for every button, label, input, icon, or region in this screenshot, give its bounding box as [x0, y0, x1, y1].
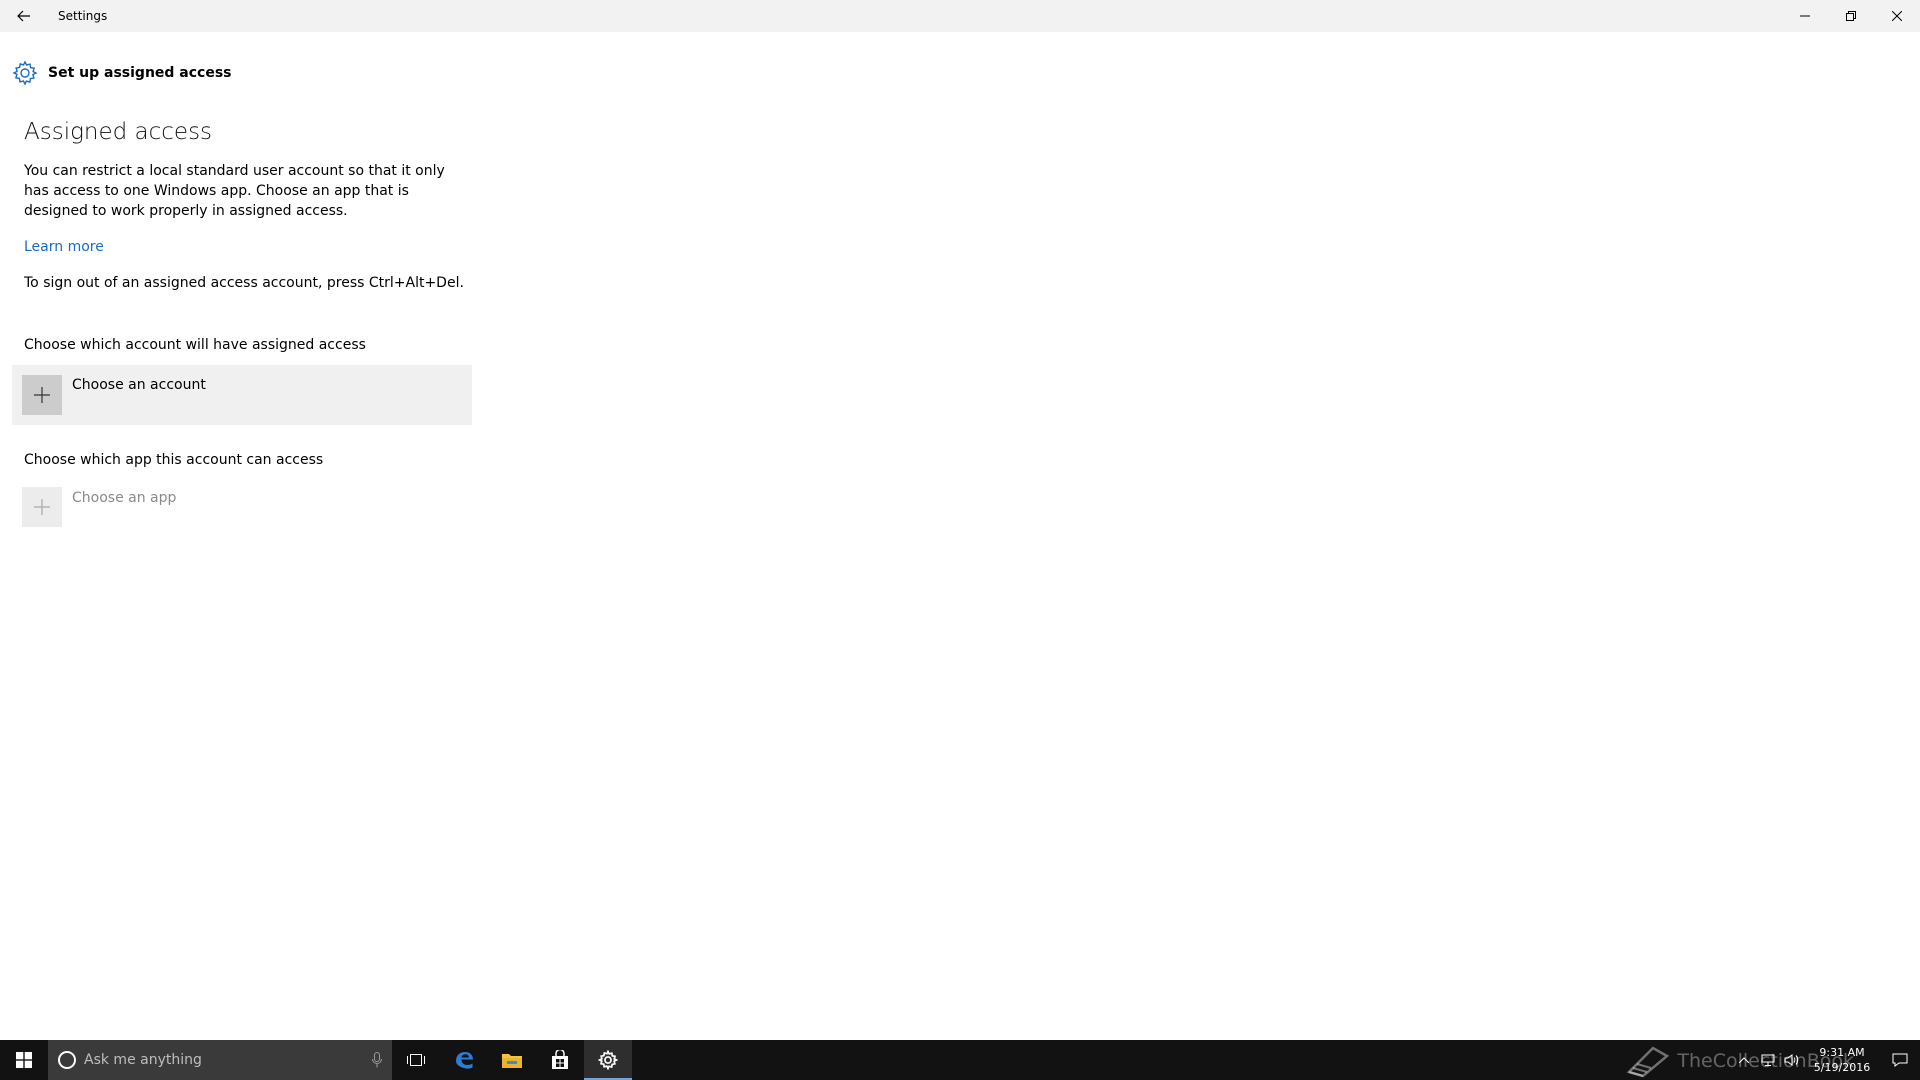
edge-icon — [456, 1052, 473, 1069]
restore-icon — [1846, 11, 1856, 21]
microphone-icon[interactable] — [372, 1052, 382, 1068]
taskbar-app-edge[interactable] — [440, 1040, 488, 1080]
back-arrow-icon — [17, 10, 30, 22]
settings-gear-icon — [598, 1050, 618, 1070]
task-view-button[interactable] — [392, 1040, 440, 1080]
signout-note: To sign out of an assigned access accoun… — [24, 275, 464, 291]
taskbar-app-store[interactable] — [536, 1040, 584, 1080]
search-placeholder: Ask me anything — [84, 1052, 202, 1068]
cortana-icon — [58, 1051, 76, 1069]
store-icon — [552, 1050, 568, 1069]
plus-icon — [34, 387, 50, 403]
windows-logo-icon — [16, 1052, 32, 1068]
minimize-icon — [1800, 15, 1810, 17]
search-box[interactable]: Ask me anything — [48, 1040, 392, 1080]
clock-time: 9:31 AM — [1819, 1046, 1865, 1059]
folder-icon — [502, 1054, 522, 1068]
chevron-up-icon — [1739, 1057, 1749, 1063]
volume-button[interactable] — [1780, 1040, 1804, 1080]
task-view-icon — [407, 1054, 425, 1066]
plus-icon — [34, 499, 50, 515]
add-account-tile — [22, 375, 62, 415]
taskbar-app-settings[interactable] — [584, 1040, 632, 1080]
add-app-tile — [22, 487, 62, 527]
close-button[interactable] — [1874, 0, 1920, 32]
network-button[interactable] — [1756, 1040, 1780, 1080]
description-text: You can restrict a local standard user a… — [24, 163, 445, 219]
page-title: Assigned access — [24, 119, 213, 145]
title-bar: Settings — [0, 0, 1920, 32]
start-button[interactable] — [0, 1040, 48, 1080]
taskbar: Ask me anything 9:31 AM 5/19/2016 — [0, 1040, 1920, 1080]
choose-app-label: Choose an app — [72, 490, 177, 506]
choose-app-button[interactable]: Choose an app — [12, 484, 472, 530]
choose-account-label: Choose an account — [72, 377, 206, 393]
back-button[interactable] — [0, 0, 48, 32]
close-icon — [1892, 11, 1902, 21]
taskbar-app-file-explorer[interactable] — [488, 1040, 536, 1080]
action-center-button[interactable] — [1880, 1040, 1920, 1080]
account-section-label: Choose which account will have assigned … — [24, 337, 366, 353]
page-header-title: Set up assigned access — [48, 65, 232, 81]
clock[interactable]: 9:31 AM 5/19/2016 — [1804, 1045, 1880, 1075]
content: Assigned access You can restrict a local… — [24, 115, 464, 291]
minimize-button[interactable] — [1782, 0, 1828, 32]
learn-more-link[interactable]: Learn more — [24, 239, 104, 255]
network-icon — [1761, 1054, 1775, 1066]
show-hidden-icons-button[interactable] — [1732, 1040, 1756, 1080]
choose-account-button[interactable]: Choose an account — [12, 365, 472, 425]
window-title: Settings — [58, 9, 108, 23]
notification-icon — [1892, 1053, 1908, 1067]
app-section-label: Choose which app this account can access — [24, 452, 324, 468]
system-tray: 9:31 AM 5/19/2016 — [1732, 1040, 1920, 1080]
page-header: Set up assigned access — [12, 58, 232, 88]
volume-icon — [1784, 1054, 1799, 1066]
window-controls — [1782, 0, 1920, 32]
clock-date: 5/19/2016 — [1813, 1061, 1871, 1074]
restore-button[interactable] — [1828, 0, 1874, 32]
gear-icon — [12, 60, 38, 86]
